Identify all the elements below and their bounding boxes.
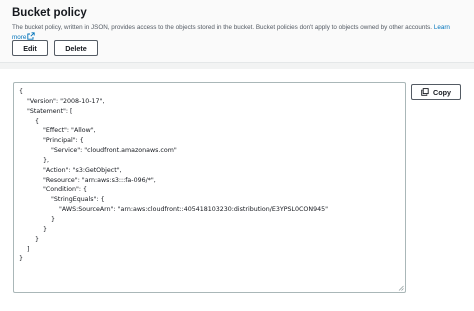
policy-line: } <box>19 255 24 263</box>
policy-line: }, <box>19 156 50 164</box>
copy-icon <box>421 88 429 96</box>
policy-line: ] <box>19 245 30 253</box>
copy-button-label: Copy <box>433 87 451 97</box>
policy-line: "Effect": "Allow", <box>19 127 96 135</box>
resize-grip-icon[interactable] <box>398 285 404 291</box>
delete-button-label: Delete <box>65 43 87 53</box>
policy-line: "StringEquals": { <box>19 196 105 204</box>
edit-button[interactable]: Edit <box>12 40 48 56</box>
policy-line: "Condition": { <box>19 186 87 194</box>
policy-line: } <box>19 215 56 223</box>
policy-line: "Statement": [ <box>19 107 73 115</box>
section-title: Bucket policy <box>12 7 87 19</box>
policy-line: "Action": "s3:GetObject", <box>19 166 122 174</box>
external-link-icon <box>27 32 36 40</box>
policy-line: "Resource": "arn:aws:s3:::fa-096/*", <box>19 176 156 184</box>
policy-line: "Version": "2008-10-17", <box>19 97 105 105</box>
policy-line: "Principal": { <box>19 137 84 145</box>
bucket-policy-header: Bucket policy The bucket policy, written… <box>0 0 474 63</box>
policy-line: "Service": "cloudfront.amazonaws.com" <box>19 147 177 155</box>
policy-line: } <box>19 225 48 233</box>
policy-line: { <box>19 117 40 125</box>
policy-line: "AWS:SourceArn": "arn:aws:cloudfront::40… <box>19 206 329 214</box>
policy-editor[interactable]: { "Version": "2008-10-17", "Statement": … <box>13 82 406 293</box>
policy-line: { <box>19 88 24 95</box>
delete-button[interactable]: Delete <box>54 40 98 56</box>
copy-button[interactable]: Copy <box>411 84 461 100</box>
policy-line: } <box>19 235 40 243</box>
policy-json[interactable]: { "Version": "2008-10-17", "Statement": … <box>19 87 328 264</box>
edit-button-label: Edit <box>23 43 37 53</box>
description-text: The bucket policy, written in JSON, prov… <box>12 24 433 31</box>
